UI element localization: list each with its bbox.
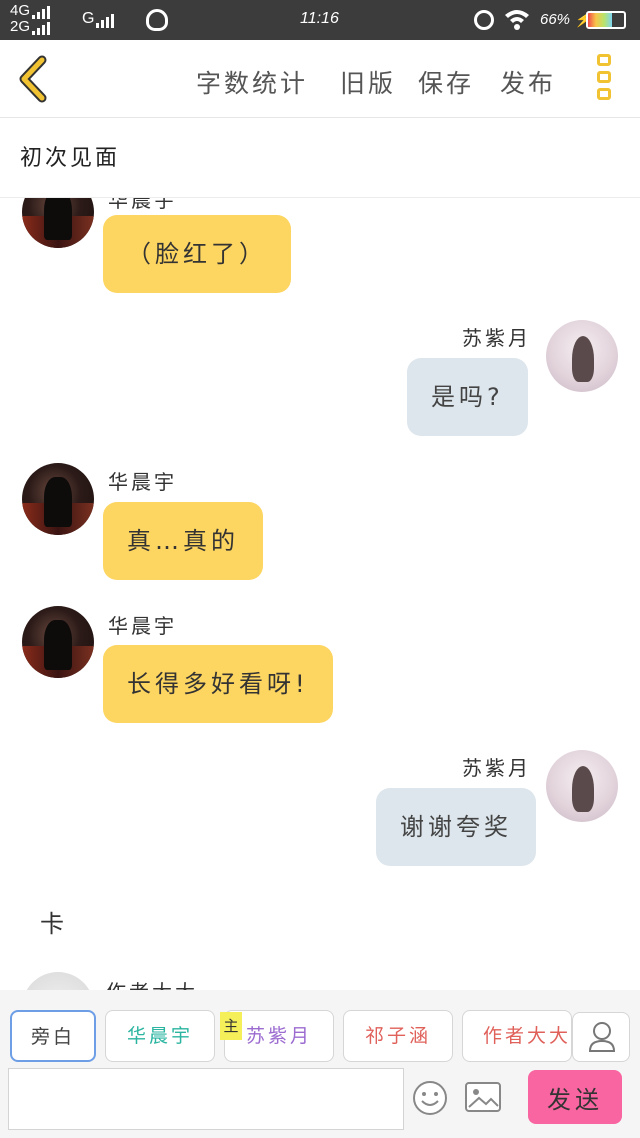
network-indicator: 4G 2G [10, 3, 52, 35]
narration-text[interactable]: 卡 [40, 904, 64, 939]
network-type-4g: 4G [10, 2, 31, 19]
person-icon [588, 1022, 616, 1052]
message-bubble[interactable]: 谢谢夸奖 [376, 788, 536, 866]
sender-name: 华晨宇 [108, 614, 177, 638]
battery-icon [586, 11, 626, 29]
wifi-icon [505, 10, 529, 30]
message-bubble[interactable]: （脸红了） [103, 215, 291, 293]
emoji-icon[interactable] [412, 1080, 448, 1116]
message-bubble[interactable]: 真…真的 [103, 502, 263, 580]
back-button[interactable] [12, 54, 60, 104]
image-icon[interactable] [464, 1080, 502, 1114]
avatar[interactable] [546, 320, 618, 392]
network-g-indicator: G [82, 10, 116, 28]
editor-toolbar: 字数统计 旧版 保存 发布 [0, 40, 640, 118]
role-narrator[interactable]: 旁白 [10, 1010, 96, 1062]
avatar[interactable] [546, 750, 618, 822]
main-role-badge: 主 [220, 1012, 242, 1040]
network-type-2g: 2G [10, 18, 31, 35]
avatar[interactable] [22, 606, 94, 678]
sender-name: 苏紫月 [462, 756, 531, 780]
sender-name: 作者大大 [106, 976, 198, 990]
publish-button[interactable]: 发布 [500, 64, 556, 100]
battery-percent: 66% ⚡ [540, 11, 593, 28]
message-input-bar: 发送 [0, 1062, 640, 1138]
alarm-icon [474, 10, 494, 30]
message-input[interactable] [8, 1068, 404, 1130]
word-count-button[interactable]: 字数统计 [196, 64, 308, 100]
manage-roles-button[interactable] [572, 1012, 630, 1062]
sender-name: 华晨宇 [108, 470, 177, 494]
qq-icon [146, 9, 168, 31]
signal-icon [32, 3, 52, 19]
message-bubble[interactable]: 是吗? [407, 358, 528, 436]
network-type-g: G [82, 10, 95, 27]
sender-name: 华晨宇 [108, 198, 177, 212]
message-bubble[interactable]: 长得多好看呀! [103, 645, 333, 723]
chapter-title-bar[interactable]: 初次见面 [0, 118, 640, 198]
avatar[interactable] [22, 972, 94, 990]
avatar[interactable] [22, 463, 94, 535]
status-bar: 4G 2G G 11:16 66% ⚡ [0, 0, 640, 40]
role-author[interactable]: 作者大大 [462, 1010, 572, 1062]
signal-icon [96, 10, 116, 28]
send-button[interactable]: 发送 [528, 1070, 622, 1124]
clock: 11:16 [300, 10, 339, 27]
role-selector: 旁白 华晨宇 苏紫月 祁子涵 作者大大 [0, 990, 640, 1062]
chat-area[interactable]: 华晨宇 （脸红了） 苏紫月 是吗? 华晨宇 真…真的 华晨宇 长得多好看呀! 苏… [0, 198, 640, 990]
sender-name: 苏紫月 [462, 326, 531, 350]
role-hua-chenyu[interactable]: 华晨宇 [105, 1010, 215, 1062]
more-menu-icon[interactable] [594, 54, 614, 106]
old-version-button[interactable]: 旧版 [340, 64, 396, 100]
avatar[interactable] [22, 198, 94, 248]
signal-icon [32, 19, 52, 35]
save-button[interactable]: 保存 [418, 64, 474, 100]
chapter-title: 初次见面 [20, 146, 121, 171]
role-qi-zihan[interactable]: 祁子涵 [343, 1010, 453, 1062]
